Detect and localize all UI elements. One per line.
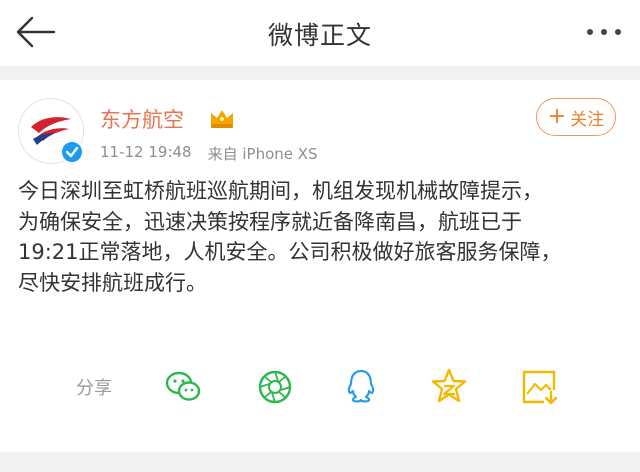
verified-badge (60, 140, 84, 164)
qzone-icon (431, 368, 467, 403)
member-badge (208, 106, 236, 130)
save-image-button[interactable] (518, 366, 560, 408)
author-name[interactable]: 东方航空 (100, 104, 184, 134)
page-title: 微博正文 (267, 21, 372, 50)
save-image-icon (522, 370, 558, 405)
post-meta: 11-12 19:48 来自 iPhone XS (100, 143, 318, 164)
top-nav-bar: 微博正文 (0, 0, 640, 66)
plus-icon: + (547, 104, 567, 129)
section-divider (0, 66, 640, 80)
share-qzone-button[interactable] (428, 366, 470, 408)
more-button[interactable] (584, 22, 624, 42)
post-timestamp: 11-12 19:48 (100, 143, 192, 161)
wechat-icon (165, 371, 201, 401)
share-moments-button[interactable] (254, 366, 296, 408)
share-label: 分享 (76, 378, 112, 399)
share-wechat-button[interactable] (162, 366, 204, 408)
moments-icon (258, 370, 292, 404)
post-text: 今日深圳至虹桥航班巡航期间，机组发现机械故障提示， 为确保安全，迅速决策按程序就… (18, 179, 562, 295)
share-qq-button[interactable] (340, 366, 382, 408)
section-divider (0, 452, 640, 472)
verified-check-icon (65, 146, 79, 158)
more-dots-icon (587, 29, 621, 35)
follow-button[interactable]: + 关注 (536, 98, 616, 136)
qq-icon (347, 369, 375, 403)
crown-icon (211, 110, 233, 128)
post-source: 来自 iPhone XS (207, 145, 318, 163)
share-bar: 分享 (0, 362, 640, 412)
follow-label: 关注 (570, 109, 605, 130)
